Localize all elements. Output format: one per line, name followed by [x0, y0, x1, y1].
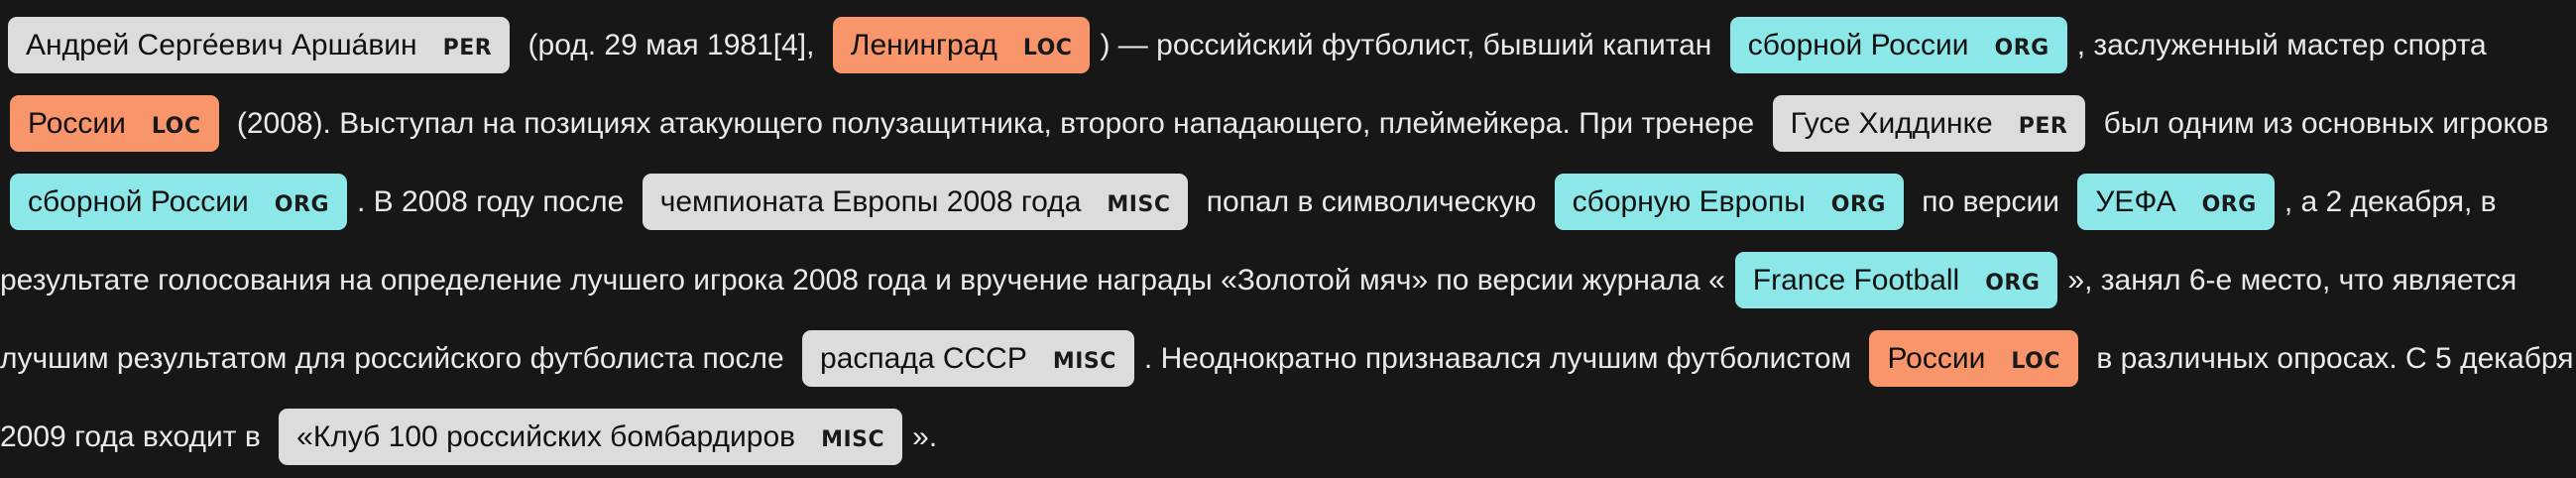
entity-label-tag: PER [2018, 114, 2068, 139]
entity-misc: чемпионата Европы 2008 года MISC [642, 174, 1189, 230]
plain-text: . Неоднократно признавался лучшим футбол… [1143, 342, 1860, 375]
entity-label-tag: ORG [2201, 192, 2257, 217]
plain-text: ) — российский футболист, бывший капитан [1100, 29, 1720, 61]
entity-org: сборную Европы ORG [1554, 174, 1904, 230]
plain-text: , заслуженный мастер спорта [2076, 29, 2487, 61]
entity-text: France Football [1752, 264, 1960, 297]
entity-org: France Football ORG [1734, 252, 2058, 308]
plain-text: (род. 29 мая 1981[4], [520, 29, 823, 61]
entity-text: Ленинград [850, 29, 997, 61]
entity-per: Андрей Серге́евич Арша́вин PER [8, 17, 511, 73]
entity-label-tag: MISC [1107, 192, 1171, 217]
plain-text: . В 2008 году после [357, 185, 633, 218]
entity-label-tag: MISC [1052, 349, 1116, 374]
entity-org: УЕФА ORG [2077, 174, 2275, 230]
entity-misc: распада СССР MISC [802, 330, 1134, 387]
entity-label-tag: LOC [1022, 36, 1073, 60]
entity-per: Гусе Хиддинке PER [1772, 95, 2086, 152]
entity-label-tag: PER [442, 36, 493, 60]
plain-text: попал в символическую [1198, 185, 1545, 218]
entity-label-tag: ORG [1994, 36, 2049, 60]
entity-text: Андрей Серге́евич Арша́вин [26, 29, 417, 61]
entity-text: России [28, 107, 126, 140]
entity-text: УЕФА [2095, 185, 2176, 218]
entity-text: сборной России [28, 185, 249, 218]
plain-text: по версии [1913, 185, 2068, 218]
entity-label-tag: MISC [821, 427, 885, 452]
entity-text: «Клуб 100 российских бомбардиров [296, 420, 796, 453]
entity-text: Гусе Хиддинке [1790, 107, 1993, 140]
entity-text: распада СССР [820, 342, 1027, 375]
entity-label-tag: ORG [274, 192, 329, 217]
entity-text: сборной России [1747, 29, 1969, 61]
entity-text: сборную Европы [1572, 185, 1806, 218]
plain-text: ». [912, 420, 938, 453]
entity-loc: России LOC [10, 95, 219, 152]
plain-text: (2008). Выступал на позициях атакующего … [228, 107, 1763, 140]
entity-label-tag: ORG [1985, 271, 2041, 296]
entity-misc: «Клуб 100 российских бомбардиров MISC [279, 409, 903, 465]
ner-annotated-text: Андрей Серге́евич Арша́вин PER (род. 29 м… [0, 0, 2576, 465]
entity-org: сборной России ORG [1729, 17, 2067, 73]
entity-text: России [1887, 342, 1986, 375]
entity-text: чемпионата Европы 2008 года [659, 185, 1082, 218]
entity-loc: России LOC [1869, 330, 2078, 387]
entity-label-tag: LOC [151, 114, 201, 139]
entity-label-tag: ORG [1830, 192, 1886, 217]
entity-org: сборной России ORG [10, 174, 347, 230]
entity-label-tag: LOC [2011, 349, 2060, 374]
entity-loc: Ленинград LOC [832, 17, 1091, 73]
plain-text: был одним из основных игроков [2095, 107, 2549, 140]
